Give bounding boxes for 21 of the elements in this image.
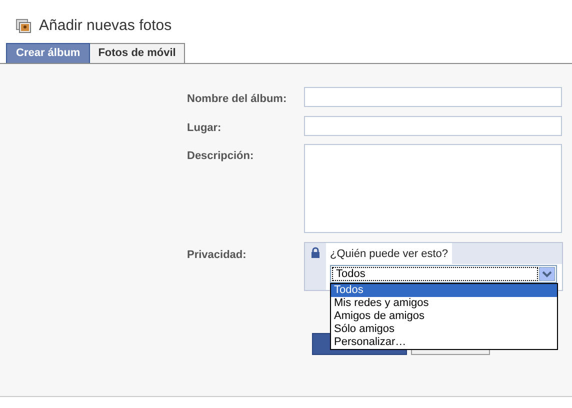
input-field[interactable] [304,87,562,107]
field-label: Nombre del álbum: [187,92,288,107]
select-value: Todos [332,267,538,281]
dropdown-option[interactable]: Mis redes y amigos [331,297,557,310]
privacy-select[interactable]: Todos [330,265,557,283]
tab[interactable]: Crear álbum [6,43,90,63]
dropdown-option[interactable]: Amigos de amigos [331,310,557,323]
dropdown-option[interactable]: Sólo amigos [331,323,557,336]
photos-icon [16,19,31,33]
page-title: Añadir nuevas fotos [39,16,172,36]
field-label: Descripción: [187,149,255,164]
caret-icon [539,267,555,281]
dropdown-option[interactable]: Todos [331,284,557,297]
description-field[interactable] [304,144,562,233]
privacy-prompt: ¿Quién puede ver esto? [326,243,452,264]
field-label: Privacidad: [187,248,248,263]
lock-icon [311,247,320,258]
tab[interactable]: Fotos de móvil [90,43,185,63]
field-label: Lugar: [187,120,222,136]
dropdown-option[interactable]: Personalizar… [331,336,557,349]
input-field[interactable] [304,116,562,136]
